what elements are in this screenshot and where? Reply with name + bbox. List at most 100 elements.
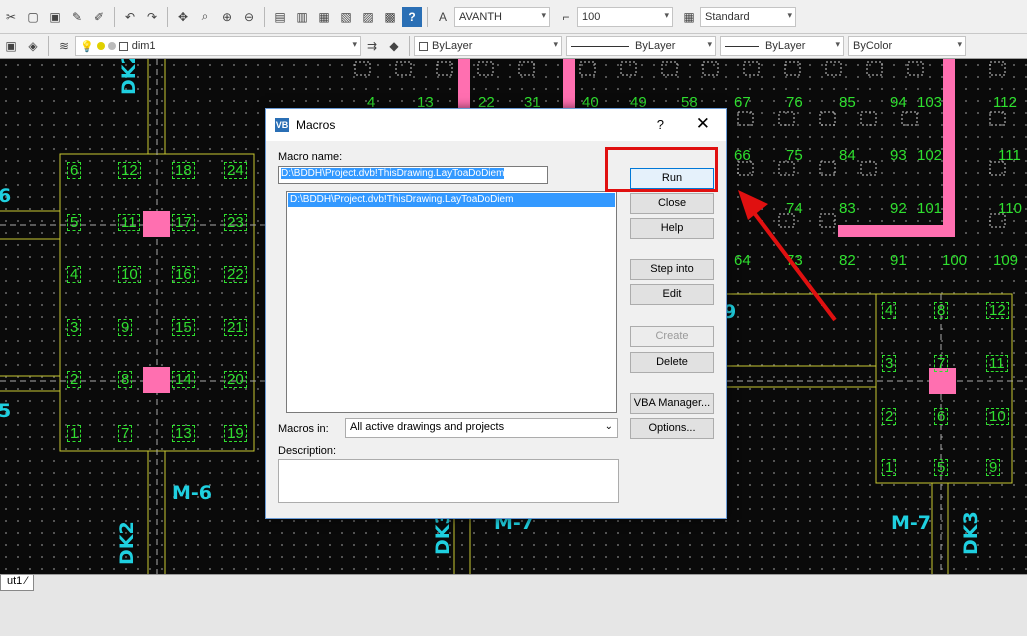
grid-number: 3 xyxy=(67,319,82,336)
grid-number: 3 xyxy=(882,355,897,372)
close-button[interactable]: Close xyxy=(630,193,714,214)
grid-number: 13 xyxy=(172,425,195,442)
layer-previous-icon[interactable]: ◆ xyxy=(384,36,404,56)
create-button[interactable]: Create xyxy=(630,326,714,347)
design-center-icon[interactable]: ▥ xyxy=(292,7,312,27)
macros-in-select[interactable]: All active drawings and projects ⌄ xyxy=(345,418,618,438)
dk-label: DK3 xyxy=(960,511,982,555)
grid-number: 4 xyxy=(67,266,82,283)
table-style-value: Standard xyxy=(705,10,750,23)
dk-label: DK2 xyxy=(118,59,140,95)
standard-toolbar: ✂ ▢ ▣ ✎ ✐ ↶ ↷ ✥ ⌕ ⊕ ⊖ ▤ ▥ ▦ ▧ ▨ ▩ ? A AV… xyxy=(0,0,1027,34)
step-into-button[interactable]: Step into xyxy=(630,259,714,280)
grid-number: 74 xyxy=(786,200,803,217)
layer-properties-icon[interactable]: ▣ xyxy=(1,36,21,56)
sheet-set-icon[interactable]: ▧ xyxy=(336,7,356,27)
text-style-value: AVANTH xyxy=(459,10,502,23)
table-style-icon: ▦ xyxy=(683,9,695,24)
grid-number: 92 xyxy=(890,200,907,217)
calculator-icon[interactable]: ▩ xyxy=(380,7,400,27)
options-button[interactable]: Options... xyxy=(630,418,714,439)
tool-palettes-icon[interactable]: ▦ xyxy=(314,7,334,27)
grid-number: 12 xyxy=(118,162,141,179)
delete-button[interactable]: Delete xyxy=(630,352,714,373)
layout-tab[interactable]: ut1 ⁄ xyxy=(0,575,35,591)
dim-scale-select[interactable]: 100 ▾ xyxy=(577,6,673,27)
properties-icon[interactable]: ▤ xyxy=(270,7,290,27)
description-label: Description: xyxy=(278,445,337,457)
grid-number: 76 xyxy=(786,94,803,111)
layout-tab-label: ut1 xyxy=(7,575,23,587)
grid-number: 101 xyxy=(917,200,943,217)
copy-icon[interactable]: ▢ xyxy=(23,7,43,27)
help-icon[interactable]: ? xyxy=(402,6,422,27)
grid-number: 10 xyxy=(118,266,141,283)
dk-label: DK2 xyxy=(116,521,138,565)
table-style-select[interactable]: Standard ▾ xyxy=(700,6,796,27)
dialog-title: Macros xyxy=(296,118,336,132)
list-item[interactable]: D:\BDDH\Project.dvb!ThisDrawing.LayToaDo… xyxy=(288,193,615,207)
help-button[interactable]: Help xyxy=(630,218,714,239)
zoom-previous-icon[interactable]: ⊖ xyxy=(239,7,259,27)
grid-number: 1 xyxy=(882,459,897,476)
vba-manager-button[interactable]: VBA Manager... xyxy=(630,393,714,414)
grid-number: 82 xyxy=(839,252,856,269)
grid-number: 91 xyxy=(890,252,907,269)
dim-style-icon: ⌐ xyxy=(562,9,570,24)
layer-state-icon[interactable]: ◈ xyxy=(23,36,43,56)
macro-name-input[interactable]: D:\BDDH\Project.dvb!ThisDrawing.LayToaDo… xyxy=(278,166,548,184)
dialog-titlebar[interactable]: VB Macros ? ✕ xyxy=(266,109,726,141)
layers-toolbar: ▣ ◈ ≋ 💡 dim1 ▾ ⇉ ◆ ByLayer ▾ ByLayer ▾ ByLa… xyxy=(0,34,1027,59)
zoom-realtime-icon[interactable]: ⌕ xyxy=(195,7,215,27)
undo-icon[interactable]: ↶ xyxy=(120,7,140,27)
grid-number: 8 xyxy=(934,302,949,319)
status-area: ut1 ⁄ xyxy=(0,574,1027,636)
grid-number: 16 xyxy=(172,266,195,283)
make-current-icon[interactable]: ⇉ xyxy=(362,36,382,56)
redo-icon[interactable]: ↷ xyxy=(142,7,162,27)
grid-number: 75 xyxy=(786,147,803,164)
text-style-icon: A xyxy=(438,9,447,24)
grid-number: 17 xyxy=(172,214,195,231)
plot-style-select[interactable]: ByColor ▾ xyxy=(848,36,966,56)
brush-icon[interactable]: ✐ xyxy=(89,7,109,27)
edit-button[interactable]: Edit xyxy=(630,284,714,305)
grid-number: 9 xyxy=(986,459,1001,476)
layer-select[interactable]: 💡 dim1 ▾ xyxy=(75,36,361,56)
grid-number: 10 xyxy=(986,408,1009,425)
macro-name-value: D:\BDDH\Project.dvb!ThisDrawing.LayToaDo… xyxy=(281,168,505,179)
grid-number: 23 xyxy=(224,214,247,231)
color-select[interactable]: ByLayer ▾ xyxy=(414,36,562,56)
pan-icon[interactable]: ✥ xyxy=(173,7,193,27)
grid-number: 110 xyxy=(998,200,1022,217)
grid-number: 85 xyxy=(839,94,856,111)
dim-scale-value: 100 xyxy=(582,10,601,23)
close-icon[interactable]: ✕ xyxy=(696,114,710,134)
grid-number: 73 xyxy=(786,252,803,269)
text-style-select[interactable]: AVANTH ▾ xyxy=(454,6,550,27)
linetype-select[interactable]: ByLayer ▾ xyxy=(566,36,716,56)
grid-number: 102 xyxy=(917,147,943,164)
axis-label: 6 xyxy=(0,185,12,207)
match-properties-icon[interactable]: ✎ xyxy=(67,7,87,27)
lineweight-value: ByLayer xyxy=(765,40,806,52)
grid-number: 8 xyxy=(118,371,133,388)
macro-list[interactable]: D:\BDDH\Project.dvb!ThisDrawing.LayToaDo… xyxy=(286,191,617,413)
cut-icon[interactable]: ✂ xyxy=(1,7,21,27)
description-field[interactable] xyxy=(278,459,619,503)
grid-number: 24 xyxy=(224,162,247,179)
grid-number: 84 xyxy=(839,147,856,164)
help-icon[interactable]: ? xyxy=(657,117,664,132)
markup-icon[interactable]: ▨ xyxy=(358,7,378,27)
member-label: M-6 xyxy=(172,482,213,504)
grid-number: 21 xyxy=(224,319,247,336)
paste-icon[interactable]: ▣ xyxy=(45,7,65,27)
grid-number: 14 xyxy=(172,371,195,388)
grid-number: 6 xyxy=(934,408,949,425)
member-label: M-7 xyxy=(891,512,932,534)
grid-number: 83 xyxy=(839,200,856,217)
grid-number: 5 xyxy=(67,214,82,231)
zoom-window-icon[interactable]: ⊕ xyxy=(217,7,237,27)
lineweight-select[interactable]: ByLayer ▾ xyxy=(720,36,844,56)
grid-number: 20 xyxy=(224,371,247,388)
